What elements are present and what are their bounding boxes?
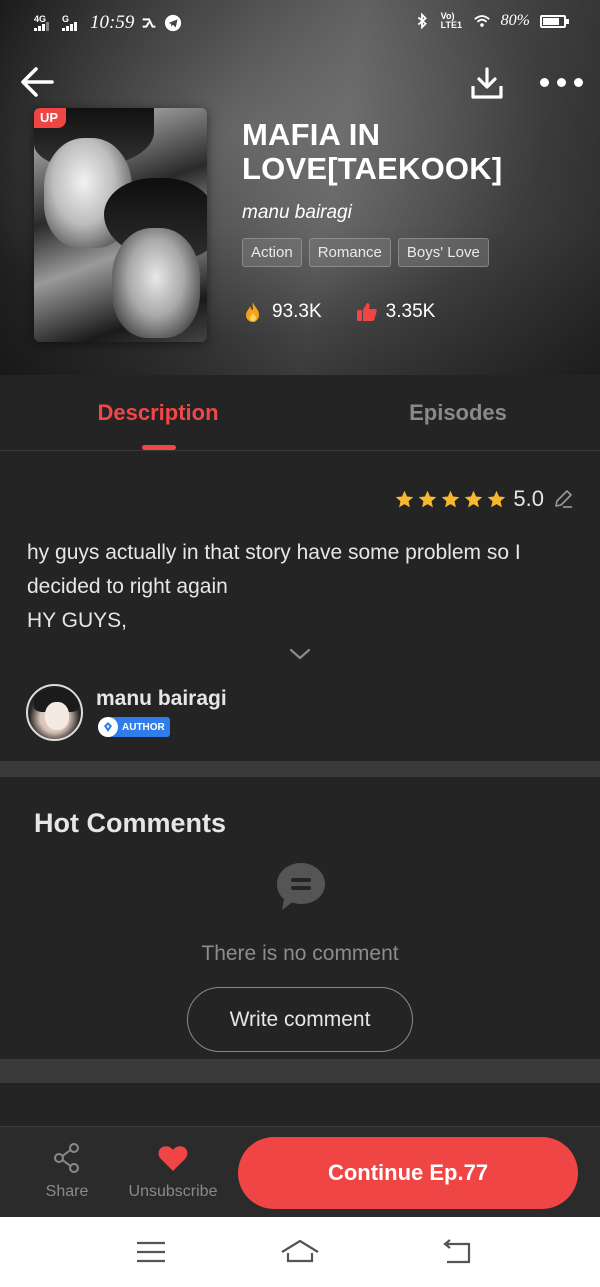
status-bar: 4G G 10:59 Vo) LTE1 80%: [0, 0, 600, 46]
author-badge: AUTHOR: [98, 717, 170, 737]
hero-header: 4G G 10:59 Vo) LTE1 80% UP MAFIA IN LOVE…: [0, 0, 600, 375]
book-stats: 93.3K 3.35K: [242, 301, 582, 323]
rating: 5.0: [394, 486, 574, 512]
home-icon[interactable]: [280, 1237, 320, 1267]
description-line-1: hy guys actually in that story have some…: [27, 541, 521, 598]
arrow-left-icon[interactable]: [18, 62, 58, 102]
author-card[interactable]: manu bairagi AUTHOR: [26, 684, 526, 742]
write-comment-button[interactable]: Write comment: [187, 987, 413, 1052]
chevron-down-icon[interactable]: [286, 643, 314, 665]
star-icon[interactable]: [417, 489, 438, 510]
tab-description[interactable]: Description: [8, 375, 308, 451]
wifi-icon: [473, 15, 490, 27]
telegram-icon: [165, 14, 182, 32]
empty-comments-text: There is no comment: [201, 942, 399, 965]
tag-romance[interactable]: Romance: [308, 238, 391, 267]
sync-icon: [143, 18, 156, 28]
back-nav-icon[interactable]: [437, 1237, 477, 1267]
rating-score: 5.0: [513, 486, 544, 511]
author-badge-label: AUTHOR: [122, 721, 165, 733]
unsubscribe-button[interactable]: Unsubscribe: [128, 1141, 218, 1201]
book-title: MAFIA IN LOVE[TAEKOOK]: [242, 117, 503, 186]
tab-episodes[interactable]: Episodes: [308, 375, 600, 451]
tag-action[interactable]: Action: [242, 238, 302, 267]
bottom-action-bar: Share Unsubscribe Continue Ep.77: [0, 1126, 600, 1217]
lte-label: Vo) LTE1: [440, 11, 463, 30]
pen-nib-icon: [98, 717, 118, 737]
menu-icon[interactable]: [131, 1237, 171, 1267]
book-info: MAFIA IN LOVE[TAEKOOK] manu bairagi Acti…: [242, 118, 582, 323]
likes-stat: 3.35K: [356, 301, 436, 323]
star-icon[interactable]: [463, 489, 484, 510]
clock: 10:59: [90, 12, 135, 33]
more-dots-icon[interactable]: [540, 70, 584, 94]
book-detail-page: 4G G 10:59 Vo) LTE1 80% UP MAFIA IN LOVE…: [0, 0, 600, 1287]
views-count: 93.3K: [272, 301, 322, 322]
active-tab-indicator: [142, 445, 176, 450]
star-icon[interactable]: [440, 489, 461, 510]
description-line-2: HY GUYS,: [27, 609, 127, 632]
book-cover[interactable]: UP: [34, 108, 207, 342]
star-rating[interactable]: [394, 489, 507, 510]
tag-boys-love[interactable]: Boys' Love: [397, 238, 489, 267]
system-navigation-bar: [0, 1217, 600, 1287]
bluetooth-icon: [417, 12, 427, 30]
top-bar: [0, 58, 600, 108]
section-divider-2: [0, 1059, 600, 1083]
author-name[interactable]: manu bairagi: [96, 687, 227, 711]
section-divider: [0, 761, 600, 777]
comment-bubble-icon: [277, 863, 325, 910]
battery-icon: [540, 14, 569, 28]
star-icon[interactable]: [486, 489, 507, 510]
thumbs-up-icon: [356, 303, 377, 321]
book-author[interactable]: manu bairagi: [242, 202, 582, 224]
heart-icon: [158, 1146, 188, 1171]
avatar[interactable]: [26, 684, 83, 741]
signal-icon: 4G: [34, 14, 56, 32]
share-button[interactable]: Share: [22, 1141, 112, 1201]
continue-reading-button[interactable]: Continue Ep.77: [238, 1137, 578, 1209]
tab-bar: Description Episodes: [0, 375, 600, 451]
views-stat: 93.3K: [242, 301, 322, 323]
hot-comments-heading: Hot Comments: [34, 808, 227, 838]
star-icon[interactable]: [394, 489, 415, 510]
edit-pencil-icon[interactable]: [552, 488, 574, 510]
unsubscribe-label: Unsubscribe: [128, 1183, 218, 1200]
share-label: Share: [45, 1183, 89, 1200]
share-icon: [54, 1143, 79, 1173]
fire-icon: [246, 302, 259, 322]
update-badge: UP: [34, 108, 67, 128]
signal-icon-2: G: [62, 14, 84, 32]
battery-percent: 80%: [500, 12, 530, 29]
download-icon[interactable]: [468, 64, 506, 102]
likes-count: 3.35K: [385, 301, 436, 322]
genre-tags: Action Romance Boys' Love: [242, 238, 582, 267]
description-text: hy guys actually in that story have some…: [27, 536, 582, 638]
